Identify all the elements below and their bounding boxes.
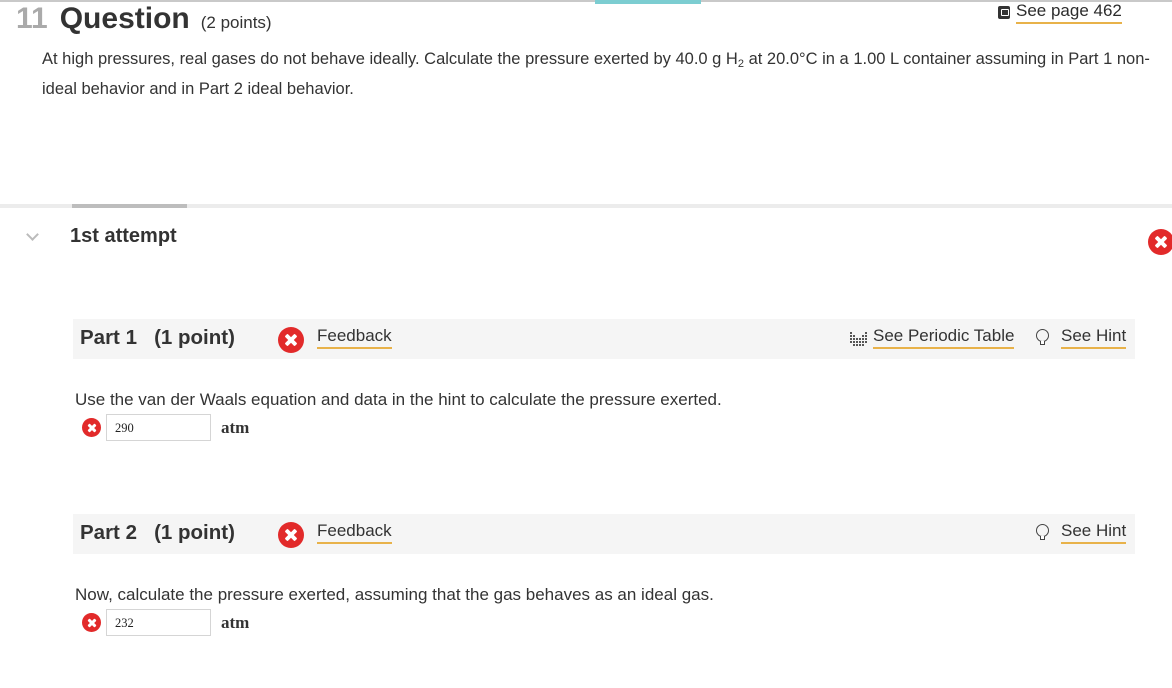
- periodic-table-label[interactable]: See Periodic Table: [873, 326, 1015, 349]
- part1-hint-link[interactable]: See Hint: [1036, 326, 1127, 349]
- see-page-label[interactable]: See page 462: [1016, 1, 1122, 24]
- part2-feedback-link[interactable]: Feedback: [317, 521, 392, 544]
- part2-label: Part 2: [80, 521, 137, 544]
- ebook-icon: [998, 6, 1010, 19]
- see-page-link[interactable]: See page 462: [998, 1, 1122, 24]
- part2-hint-link[interactable]: See Hint: [1036, 521, 1127, 544]
- part1-question: Use the van der Waals equation and data …: [75, 390, 722, 409]
- periodic-table-icon: [850, 330, 869, 346]
- part1-periodic-table-link[interactable]: See Periodic Table: [850, 326, 1015, 349]
- part2-title: Part 2 (1 point): [80, 521, 235, 545]
- part2-answer-incorrect-icon: [82, 613, 101, 632]
- question-title: Question: [59, 2, 190, 35]
- part1-unit: atm: [221, 417, 250, 437]
- question-number: 11: [16, 2, 48, 35]
- part1-answer-row: 290 atm: [82, 414, 249, 441]
- part2-answer-input[interactable]: 232: [106, 609, 211, 636]
- question-points: (2 points): [200, 13, 272, 32]
- part1-answer-incorrect-icon: [82, 418, 101, 437]
- question-header: 11 Question (2 points): [16, 2, 272, 36]
- part2-question: Now, calculate the pressure exerted, ass…: [75, 585, 714, 604]
- lightbulb-icon: [1036, 329, 1049, 346]
- part2-incorrect-icon: [278, 522, 304, 548]
- part2-header: Part 2 (1 point) Feedback See Hint: [73, 514, 1135, 554]
- part1-label: Part 1: [80, 326, 137, 349]
- attempt-incorrect-icon: [1148, 229, 1172, 255]
- part1-points: (1 point): [154, 326, 235, 349]
- part1-hint-label[interactable]: See Hint: [1061, 326, 1127, 349]
- question-prompt: At high pressures, real gases do not beh…: [42, 44, 1152, 104]
- part1-answer-input[interactable]: 290: [106, 414, 211, 441]
- part2-unit: atm: [221, 612, 250, 632]
- chevron-down-icon[interactable]: [26, 227, 39, 241]
- part2-points: (1 point): [154, 521, 235, 544]
- part2-answer-row: 232 atm: [82, 609, 249, 636]
- part1-title: Part 1 (1 point): [80, 326, 235, 350]
- prompt-text-a: At high pressures, real gases do not beh…: [42, 50, 738, 68]
- part2-hint-label[interactable]: See Hint: [1061, 521, 1127, 544]
- tab-accent: [595, 0, 701, 4]
- attempt-label: 1st attempt: [70, 225, 177, 247]
- part1-feedback-link[interactable]: Feedback: [317, 326, 392, 349]
- part1-header: Part 1 (1 point) Feedback See Periodic T…: [73, 319, 1135, 359]
- lightbulb-icon: [1036, 524, 1049, 541]
- attempt-toggle[interactable]: 1st attempt: [26, 225, 177, 248]
- part1-incorrect-icon: [278, 327, 304, 353]
- attempt-tab-indicator: [72, 204, 187, 208]
